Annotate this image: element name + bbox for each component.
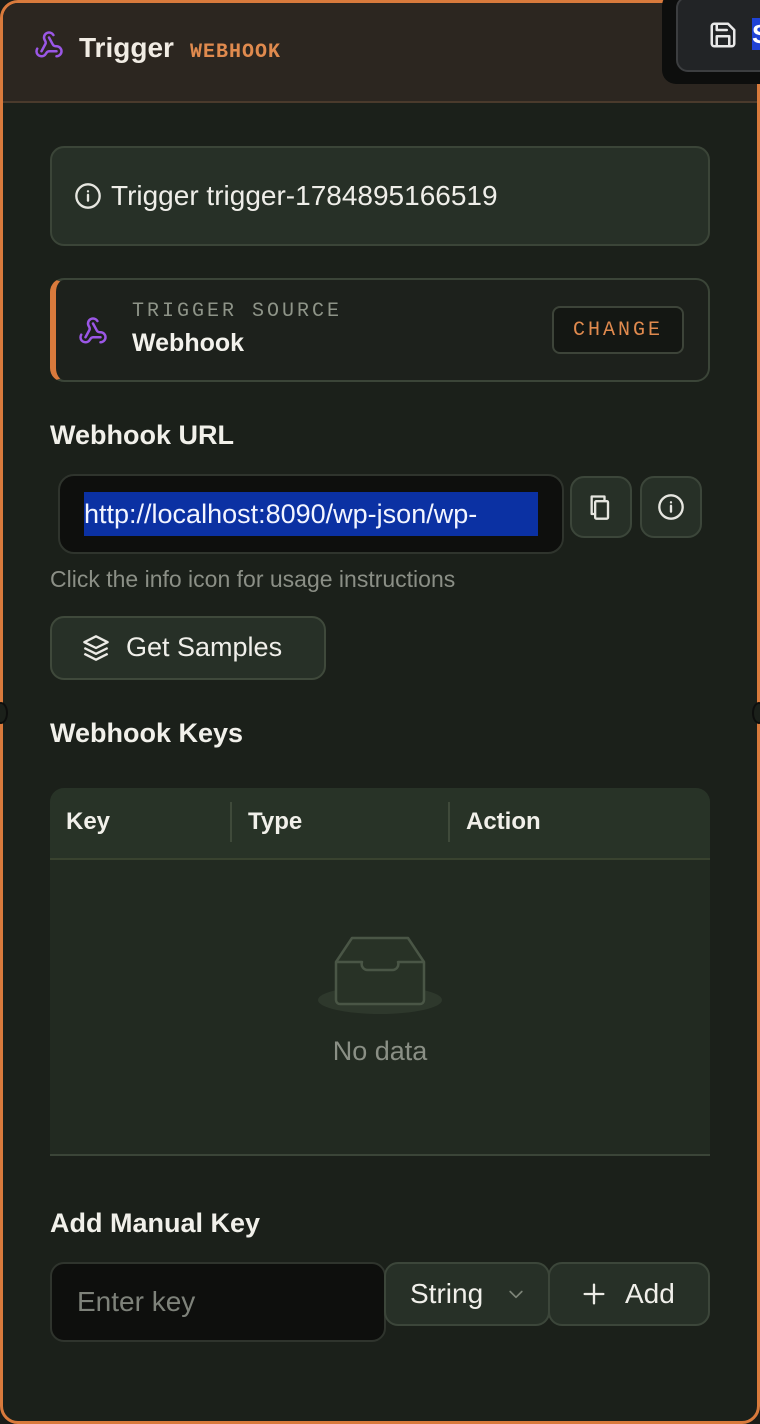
webhook-url-value[interactable]: http://localhost:8090/wp-json/wp- xyxy=(84,492,538,536)
url-hint-text: Click the info icon for usage instructio… xyxy=(50,566,456,592)
save-icon xyxy=(710,22,736,48)
trigger-type-tag: WEBHOOK xyxy=(190,41,282,64)
webhook-icon xyxy=(35,31,63,58)
table-header: Key Type Action xyxy=(50,788,710,860)
layers-icon xyxy=(83,635,109,661)
webhook-keys-title: Webhook Keys xyxy=(50,718,244,748)
trigger-source-label: TRIGGER SOURCE xyxy=(132,300,343,323)
change-source-button[interactable]: CHANGE xyxy=(552,306,684,354)
chevron-down-icon xyxy=(509,1290,523,1299)
key-type-value: String xyxy=(410,1278,484,1309)
plus-icon xyxy=(583,1283,605,1305)
webhook-url-title: Webhook URL xyxy=(50,420,234,450)
column-header-key[interactable]: Key xyxy=(66,808,110,836)
copy-url-button[interactable] xyxy=(570,476,632,538)
info-icon xyxy=(75,183,101,209)
column-header-type[interactable]: Type xyxy=(248,808,302,836)
get-samples-label: Get Samples xyxy=(126,632,283,662)
connection-handle-right[interactable] xyxy=(752,702,760,724)
webhook-icon xyxy=(79,317,107,344)
add-key-label: Add xyxy=(625,1278,675,1309)
trigger-source-value: Webhook xyxy=(132,329,245,357)
save-button-label: S xyxy=(752,18,760,50)
column-divider xyxy=(448,802,450,842)
webhook-keys-table: Key Type Action No data xyxy=(50,788,710,1156)
info-icon xyxy=(658,494,684,520)
add-manual-key-title: Add Manual Key xyxy=(50,1208,261,1238)
column-header-action[interactable]: Action xyxy=(466,808,541,836)
panel-title: Trigger xyxy=(79,32,174,63)
url-info-button[interactable] xyxy=(640,476,702,538)
manual-key-placeholder: Enter key xyxy=(77,1286,196,1317)
column-divider xyxy=(230,802,232,842)
inbox-icon xyxy=(318,936,442,1014)
trigger-id-text: Trigger trigger-1784895166519 xyxy=(111,180,498,211)
empty-state-text: No data xyxy=(332,1036,428,1066)
copy-icon xyxy=(590,495,610,520)
